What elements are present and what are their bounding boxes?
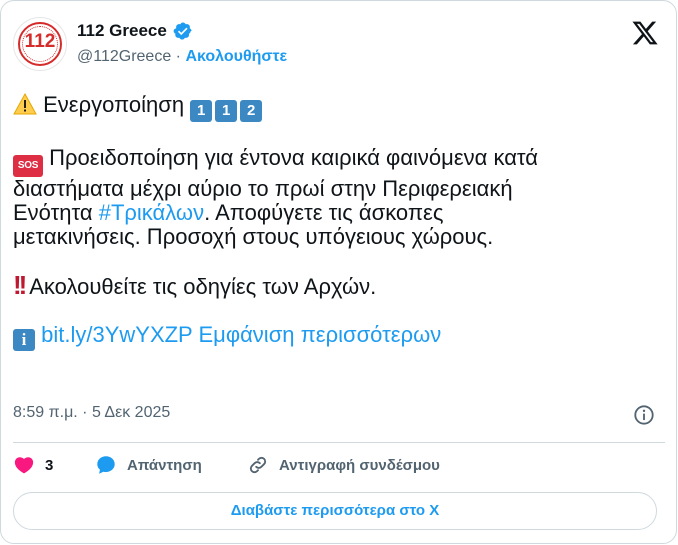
info-source-icon: i <box>13 329 35 351</box>
warning-text-1: Προειδοποίηση για έντονα καιρικά φαινόμε… <box>49 145 539 170</box>
hashtag-link[interactable]: #Τρικάλων <box>99 200 204 225</box>
handle-row: @112Greece · Ακολουθήστε <box>77 48 287 66</box>
tweet-text: Ενεργοποίηση 112 SOS Προειδοποίηση για έ… <box>13 93 663 351</box>
timestamp[interactable]: 8:59 π.μ. · 5 Δεκ 2025 <box>13 404 170 421</box>
warning-line-2: διαστήματα μέχρι αύριο το πρωί στην Περι… <box>13 176 513 201</box>
follow-button[interactable]: Ακολουθήστε <box>185 48 287 65</box>
handle-separator: · <box>175 48 181 65</box>
account-handle[interactable]: @112Greece <box>77 48 171 65</box>
info-icon[interactable] <box>633 404 655 426</box>
like-count: 3 <box>45 456 54 474</box>
read-more-button[interactable]: Διαβάστε περισσότερα στο X <box>13 492 657 530</box>
copy-link-button[interactable]: Αντιγραφή συνδέσμου <box>247 454 440 476</box>
x-logo-icon[interactable] <box>631 19 659 47</box>
warning-text-3b: . Αποφύγετε τις άσκοπες <box>204 200 444 225</box>
verified-badge-icon <box>173 22 192 40</box>
divider <box>13 442 665 443</box>
heart-icon <box>14 457 34 474</box>
warning-icon <box>13 93 37 115</box>
double-exclamation-icon: !! <box>13 270 27 300</box>
tweet-line-activation: Ενεργοποίηση 112 <box>13 93 663 122</box>
show-more-link[interactable]: Εμφάνιση περισσότερων <box>198 322 441 347</box>
tweet-line-instructions: !! Ακολουθείτε τις οδηγίες των Αρχών. <box>13 270 663 300</box>
warning-line-1: SOS Προειδοποίηση για έντονα καιρικά φαι… <box>13 146 663 177</box>
tweet-header: 112 112 Greece @112Greece · Ακολουθήστε <box>13 13 663 73</box>
warning-line-4: μετακινήσεις. Προσοχή στους υπόγειους χώ… <box>13 224 494 249</box>
tweet-paragraph-warning: SOS Προειδοποίηση για έντονα καιρικά φαι… <box>13 146 663 249</box>
account-name[interactable]: 112 Greece <box>77 21 167 41</box>
keycap-2-icon: 2 <box>240 100 263 122</box>
tweet-line-link: i bit.ly/3YwYXZP Εμφάνιση περισσότερων <box>13 323 663 351</box>
action-bar: 3 Απάντηση Αντιγραφή συνδέσμου <box>13 454 663 480</box>
reply-bubble-icon <box>97 456 115 474</box>
account-name-row: 112 Greece <box>77 21 193 41</box>
tweet-card: 112 112 Greece @112Greece · Ακολουθήστε … <box>0 0 677 544</box>
activation-text: Ενεργοποίηση <box>43 92 185 117</box>
reply-button[interactable]: Απάντηση <box>95 454 202 476</box>
avatar[interactable]: 112 <box>13 17 67 71</box>
warning-line-3: Ενότητα #Τρικάλων. Αποφύγετε τις άσκοπες <box>13 201 663 225</box>
avatar-logo-text: 112 <box>24 31 56 52</box>
reply-label: Απάντηση <box>127 456 202 474</box>
instructions-text: Ακολουθείτε τις οδηγίες των Αρχών. <box>29 274 377 299</box>
sos-icon: SOS <box>13 155 43 177</box>
warning-text-3a: Ενότητα <box>13 200 99 225</box>
link-icon <box>249 456 267 474</box>
keycap-1-icon: 1 <box>190 100 213 122</box>
like-button[interactable]: 3 <box>13 454 53 476</box>
timestamp-row: 8:59 π.μ. · 5 Δεκ 2025 <box>13 404 663 428</box>
keycap-1-icon: 1 <box>215 100 238 122</box>
copy-link-label: Αντιγραφή συνδέσμου <box>279 456 440 474</box>
short-link[interactable]: bit.ly/3YwYXZP <box>41 322 192 347</box>
